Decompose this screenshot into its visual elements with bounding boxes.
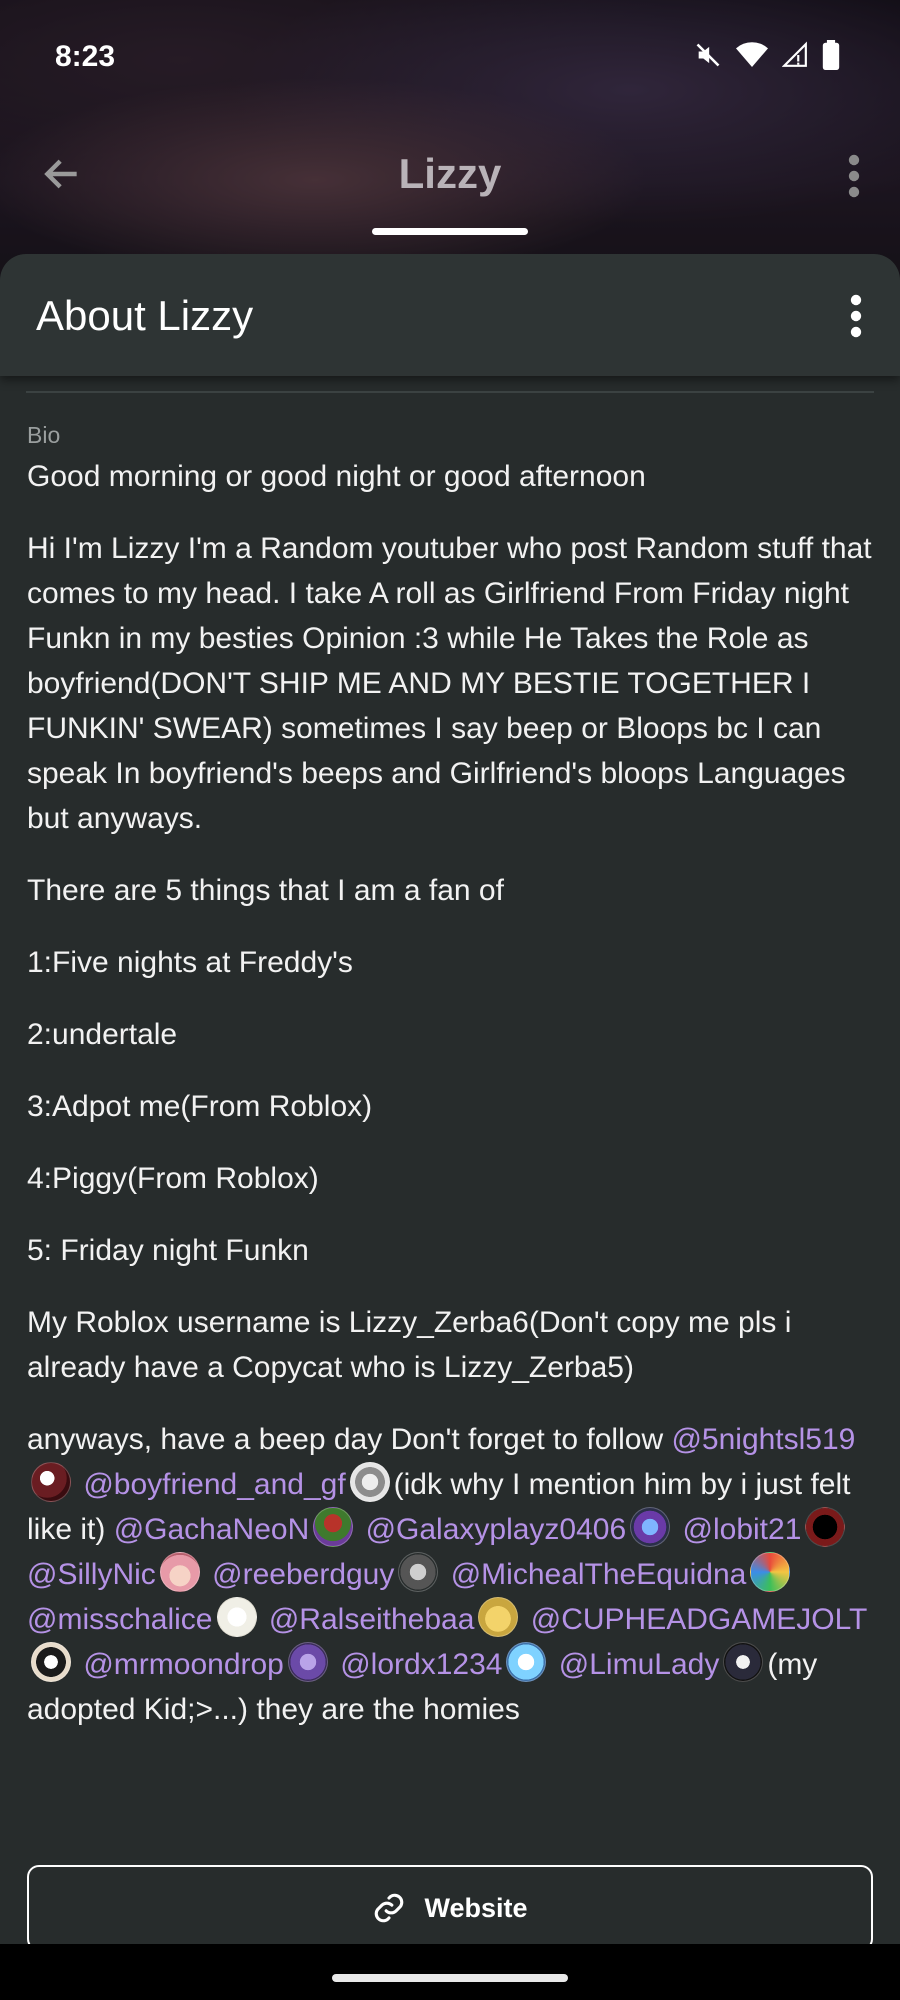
more-vert-icon: [850, 294, 862, 338]
sheet-header: About Lizzy: [0, 254, 900, 376]
mention-link[interactable]: @CUPHEADGAMEJOLT: [531, 1603, 868, 1636]
mention-link[interactable]: @GachaNeoN: [114, 1513, 310, 1546]
user-avatar[interactable]: [216, 1597, 257, 1637]
mention-link[interactable]: @lobit21: [683, 1513, 802, 1546]
battery-icon: [822, 40, 840, 70]
status-time: 8:23: [55, 40, 116, 73]
mention-link[interactable]: @boyfriend_and_gf: [83, 1468, 345, 1501]
closing-text: they are the homies: [256, 1693, 520, 1726]
top-nav: Lizzy: [0, 140, 900, 210]
user-avatar[interactable]: [31, 1462, 71, 1502]
user-avatar[interactable]: [750, 1552, 791, 1592]
fan-item: 1:Five nights at Freddy's: [27, 946, 353, 979]
nav-more-button[interactable]: [844, 154, 864, 198]
user-avatar[interactable]: [723, 1642, 764, 1682]
home-indicator[interactable]: [332, 1974, 568, 1982]
user-avatar[interactable]: [287, 1642, 328, 1682]
mention-link[interactable]: @misschalice: [27, 1603, 213, 1636]
bio-intro: Hi I'm Lizzy I'm a Random youtuber who p…: [27, 532, 872, 835]
user-avatar[interactable]: [630, 1507, 671, 1547]
bio-greeting: Good morning or good night or good after…: [27, 460, 646, 493]
about-sheet: About Lizzy Bio Good morning or good nig…: [0, 254, 900, 1944]
bio-label: Bio: [27, 422, 61, 448]
fan-item: 5: Friday night Funkn: [27, 1234, 309, 1267]
mention-link[interactable]: @SillyNic: [27, 1558, 156, 1591]
website-label: Website: [424, 1892, 528, 1923]
roblox-username: My Roblox username is Lizzy_Zerba6(Don't…: [27, 1306, 792, 1384]
sheet-title: About Lizzy: [36, 292, 254, 339]
signal-icon: [782, 41, 808, 69]
sheet-more-button[interactable]: [846, 294, 866, 338]
user-avatar[interactable]: [31, 1642, 71, 1682]
fan-item: 2:undertale: [27, 1018, 178, 1051]
mention-link[interactable]: @5nightsl519: [671, 1423, 855, 1456]
follow-intro: anyways, have a beep day Don't forget to…: [27, 1423, 664, 1456]
tab-indicator: [372, 228, 528, 235]
mention-link[interactable]: @Ralseithebaa: [269, 1603, 475, 1636]
wifi-icon: [736, 41, 768, 69]
mention-link[interactable]: @MichealTheEquidna: [451, 1558, 747, 1591]
more-vert-icon: [848, 154, 860, 198]
user-avatar[interactable]: [398, 1552, 439, 1592]
mention-link[interactable]: @Galaxyplayz0406: [366, 1513, 627, 1546]
mention-link[interactable]: @lordx1234: [340, 1648, 502, 1681]
profile-name-title: Lizzy: [398, 150, 502, 197]
status-bar: 8:23: [0, 0, 900, 110]
user-avatar[interactable]: [478, 1597, 519, 1637]
website-button[interactable]: Website: [27, 1865, 873, 1944]
mention-link[interactable]: @mrmoondrop: [83, 1648, 284, 1681]
user-avatar[interactable]: [159, 1552, 200, 1592]
mention-link[interactable]: @LimuLady: [559, 1648, 720, 1681]
follow-paragraph: anyways, have a beep day Don't forget to…: [27, 1417, 876, 1732]
mention-link[interactable]: @reeberdguy: [212, 1558, 394, 1591]
mute-icon: [694, 41, 722, 69]
user-avatar[interactable]: [506, 1642, 547, 1682]
link-icon: [375, 1893, 404, 1923]
fan-item: 3:Adpot me(From Roblox): [27, 1090, 373, 1123]
fans-intro: There are 5 things that I am a fan of: [27, 874, 504, 907]
user-avatar[interactable]: [349, 1462, 390, 1502]
divider: [26, 391, 874, 393]
user-avatar[interactable]: [805, 1507, 846, 1547]
bio-section: Bio Good morning or good night or good a…: [27, 420, 876, 1759]
fan-item: 4:Piggy(From Roblox): [27, 1162, 319, 1195]
user-avatar[interactable]: [313, 1507, 354, 1547]
status-icons: [694, 40, 840, 70]
gesture-bar: [0, 1944, 900, 2000]
